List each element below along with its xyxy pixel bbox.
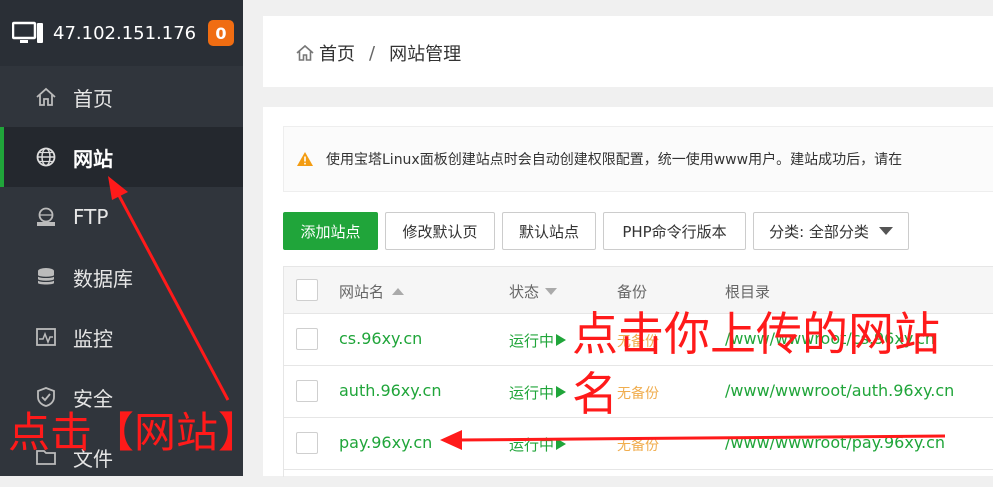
home-icon	[296, 44, 314, 61]
warning-icon	[297, 152, 313, 166]
annotation-click-upload-line2: 名	[572, 367, 618, 421]
play-icon	[556, 386, 567, 398]
play-icon	[556, 334, 567, 346]
annotation-click-site: 点击【网站】	[8, 408, 261, 457]
sort-down-icon	[545, 288, 558, 295]
column-header-status-label: 状态	[509, 283, 540, 301]
home-icon	[36, 87, 56, 106]
root-dir-link[interactable]: /www/wwwroot/pay.96xy.cn	[725, 433, 945, 452]
notice-text: 使用宝塔Linux面板创建站点时会自动创建权限配置，统一使用www用户。建站成功…	[326, 152, 903, 168]
status-text: 运行中	[509, 436, 555, 454]
server-ip: 47.102.151.176	[53, 22, 197, 44]
category-select-value: 分类: 全部分类	[769, 222, 869, 241]
column-header-name[interactable]: 网站名	[339, 281, 405, 302]
sidebar: 47.102.151.176 0 首页 网站 FTP 数据库 监控 安全 文件	[0, 0, 243, 476]
root-dir-link[interactable]: /www/wwwroot/auth.96xy.cn	[725, 381, 954, 400]
main-area: 首页 / 网站管理 使用宝塔Linux面板创建站点时会自动创建权限配置，统一使用…	[243, 0, 993, 477]
sidebar-item-label: 数据库	[73, 266, 133, 291]
sidebar-item-label: FTP	[73, 205, 109, 229]
site-table: 网站名 状态 备份 根目录 cs.96xy.cn 运行中 无备份 /www/ww…	[283, 266, 993, 477]
column-header-status[interactable]: 状态	[509, 281, 558, 302]
default-site-button[interactable]: 默认站点	[502, 212, 596, 250]
notification-badge[interactable]: 0	[208, 20, 234, 46]
row-checkbox[interactable]	[296, 432, 318, 454]
row-checkbox[interactable]	[296, 380, 318, 402]
row-checkbox[interactable]	[296, 328, 318, 350]
breadcrumb-card: 首页 / 网站管理	[263, 16, 993, 87]
status-text: 运行中	[509, 332, 555, 350]
monitor-icon	[12, 21, 43, 43]
table-row: pay.96xy.cn 运行中 无备份 /www/wwwroot/pay.96x…	[284, 418, 993, 470]
column-header-root: 根目录	[725, 283, 771, 301]
status-toggle[interactable]: 运行中	[509, 330, 567, 351]
backup-link[interactable]: 无备份	[617, 383, 659, 403]
sidebar-item-monitor[interactable]: 监控	[0, 307, 243, 367]
edit-default-page-button[interactable]: 修改默认页	[385, 212, 495, 250]
site-name-link[interactable]: auth.96xy.cn	[339, 381, 441, 400]
table-row: auth.96xy.cn 运行中 无备份 /www/wwwroot/auth.9…	[284, 366, 993, 418]
breadcrumb-current: 网站管理	[389, 44, 462, 65]
status-text: 运行中	[509, 384, 555, 402]
chevron-down-icon	[878, 227, 893, 235]
php-cli-version-button[interactable]: PHP命令行版本	[603, 212, 746, 250]
sidebar-item-database[interactable]: 数据库	[0, 247, 243, 307]
select-all-checkbox[interactable]	[296, 279, 318, 301]
column-header-backup: 备份	[617, 283, 648, 301]
annotation-click-upload-line1: 点击你上传的网站	[572, 307, 940, 361]
sidebar-item-label: 监控	[73, 326, 113, 351]
backup-link[interactable]: 无备份	[617, 435, 659, 455]
sort-up-icon	[392, 288, 405, 295]
status-toggle[interactable]: 运行中	[509, 382, 567, 403]
status-toggle[interactable]: 运行中	[509, 434, 567, 455]
column-header-name-label: 网站名	[339, 283, 385, 301]
breadcrumb-separator: /	[369, 42, 376, 64]
sidebar-item-website[interactable]: 网站	[0, 127, 243, 187]
database-icon	[37, 268, 55, 285]
notice-banner: 使用宝塔Linux面板创建站点时会自动创建权限配置，统一使用www用户。建站成功…	[283, 126, 993, 192]
sidebar-item-ftp[interactable]: FTP	[0, 187, 243, 247]
ftp-icon	[37, 207, 55, 226]
site-name-link[interactable]: pay.96xy.cn	[339, 433, 432, 452]
add-site-button[interactable]: 添加站点	[283, 212, 378, 250]
category-select[interactable]: 分类: 全部分类	[753, 212, 909, 250]
sidebar-item-label: 网站	[73, 146, 113, 171]
site-name-link[interactable]: cs.96xy.cn	[339, 329, 422, 348]
monitor-chart-icon	[36, 328, 56, 346]
breadcrumb: 首页 / 网站管理	[295, 40, 461, 66]
breadcrumb-home[interactable]: 首页	[319, 40, 355, 66]
play-icon	[556, 438, 567, 450]
shield-icon	[37, 387, 55, 407]
server-header: 47.102.151.176 0	[0, 0, 243, 66]
globe-icon	[36, 147, 56, 167]
sidebar-item-label: 首页	[73, 86, 113, 111]
sidebar-item-home[interactable]: 首页	[0, 67, 243, 127]
content-card: 使用宝塔Linux面板创建站点时会自动创建权限配置，统一使用www用户。建站成功…	[263, 107, 993, 477]
